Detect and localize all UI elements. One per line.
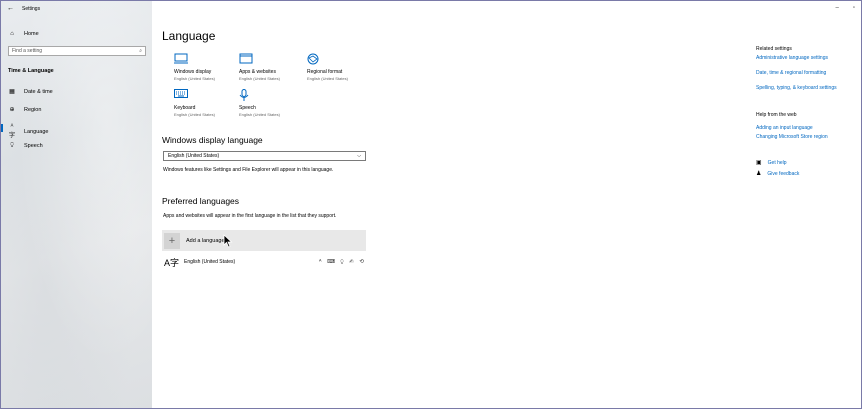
tile-label: Keyboard bbox=[174, 105, 196, 111]
related-settings: Related settings Administrative language… bbox=[756, 46, 837, 91]
language-features-icons: ᴬ ⌨ ⍜ ✍ ⟲ bbox=[318, 258, 366, 265]
get-help-link[interactable]: Get help bbox=[768, 160, 787, 166]
tile-label: Speech bbox=[239, 105, 256, 111]
globe-icon: ⊕ bbox=[9, 107, 15, 113]
page-title: Language bbox=[162, 29, 216, 43]
link-changing-store-region[interactable]: Changing Microsoft Store region bbox=[756, 134, 828, 140]
tile-sub: English (United States) bbox=[307, 76, 348, 81]
tile-label: Apps & websites bbox=[239, 69, 276, 75]
chat-icon: ▣ bbox=[756, 160, 762, 166]
maximize-icon[interactable]: ▫ bbox=[853, 5, 855, 11]
help-from-web: Help from the web Adding an input langua… bbox=[756, 112, 828, 140]
sidebar-item-region[interactable]: ⊕ Region bbox=[8, 106, 42, 114]
language-icon: A字 bbox=[164, 257, 180, 268]
add-language-label: Add a language bbox=[186, 237, 225, 244]
microphone-icon bbox=[239, 89, 309, 101]
tile-sub: English (United States) bbox=[174, 112, 215, 117]
related-settings-heading: Related settings bbox=[756, 46, 792, 52]
settings-window: ← Settings ⌂ Home Find a setting ⌕ Time … bbox=[0, 0, 862, 409]
tile-windows-display[interactable]: Windows display English (United States) bbox=[174, 53, 244, 81]
language-list-item[interactable]: A字 English (United States) ᴬ ⌨ ⍜ ✍ ⟲ bbox=[164, 254, 366, 270]
minimize-icon[interactable]: – bbox=[836, 5, 839, 11]
sidebar: ← Settings ⌂ Home Find a setting ⌕ Time … bbox=[1, 1, 152, 408]
display-language-heading: Windows display language bbox=[162, 135, 263, 145]
window-controls: – ▫ bbox=[836, 5, 855, 11]
sidebar-item-date-time[interactable]: ▦ Date & time bbox=[8, 88, 53, 96]
sidebar-item-label: Language bbox=[24, 128, 49, 135]
give-feedback-link[interactable]: Give feedback bbox=[767, 171, 799, 177]
link-spelling-typing-keyboard[interactable]: Spelling, typing, & keyboard settings bbox=[756, 85, 837, 91]
feedback-icon: ♟ bbox=[756, 171, 762, 177]
preferred-languages-description: Apps and websites will appear in the fir… bbox=[163, 213, 337, 219]
support-links: ▣ Get help ♟ Give feedback bbox=[756, 159, 799, 178]
add-language-button[interactable]: + Add a language bbox=[162, 230, 366, 251]
tile-sub: English (United States) bbox=[174, 76, 215, 81]
window-title: Settings bbox=[22, 5, 41, 12]
tile-keyboard[interactable]: Keyboard English (United States) bbox=[174, 89, 244, 117]
home-icon: ⌂ bbox=[10, 31, 14, 37]
sidebar-item-label: Date & time bbox=[24, 88, 53, 95]
sidebar-item-label: Home bbox=[24, 31, 39, 37]
tile-label: Windows display bbox=[174, 69, 212, 75]
link-adding-input-language[interactable]: Adding an input language bbox=[756, 125, 828, 131]
back-arrow-icon[interactable]: ← bbox=[7, 5, 14, 12]
sidebar-section-title: Time & Language bbox=[8, 68, 54, 74]
plus-icon: + bbox=[164, 232, 180, 249]
sidebar-item-language[interactable]: ᴬ字 Language bbox=[8, 124, 49, 139]
tile-apps-websites[interactable]: Apps & websites English (United States) bbox=[239, 53, 309, 81]
tile-sub: English (United States) bbox=[239, 76, 280, 81]
link-date-time-formatting[interactable]: Date, time & regional formatting bbox=[756, 70, 837, 76]
sidebar-item-speech[interactable]: ⍜ Speech bbox=[8, 142, 43, 149]
language-icon: ᴬ字 bbox=[8, 124, 15, 139]
chevron-down-icon: ⌵ bbox=[357, 153, 361, 159]
sidebar-item-home[interactable]: ⌂ Home bbox=[8, 31, 39, 37]
get-help-row[interactable]: ▣ Get help bbox=[756, 159, 799, 167]
title-bar: ← Settings bbox=[7, 5, 40, 12]
sidebar-item-label: Region bbox=[24, 106, 42, 113]
sidebar-item-label: Speech bbox=[24, 142, 43, 149]
tile-speech[interactable]: Speech English (United States) bbox=[239, 89, 309, 117]
keyboard-icon bbox=[174, 89, 244, 101]
help-heading: Help from the web bbox=[756, 112, 797, 118]
link-administrative-language[interactable]: Administrative language settings bbox=[756, 55, 837, 61]
give-feedback-row[interactable]: ♟ Give feedback bbox=[756, 170, 799, 178]
search-icon: ⌕ bbox=[139, 48, 142, 54]
monitor-icon bbox=[174, 53, 244, 65]
search-input[interactable]: Find a setting ⌕ bbox=[8, 46, 146, 56]
search-placeholder: Find a setting bbox=[12, 48, 43, 54]
language-name: English (United States) bbox=[184, 259, 236, 265]
tile-sub: English (United States) bbox=[239, 112, 280, 117]
select-value: English (United States) bbox=[168, 153, 220, 159]
microphone-icon: ⍜ bbox=[10, 142, 14, 148]
display-language-description: Windows features like Settings and File … bbox=[163, 167, 334, 173]
preferred-languages-heading: Preferred languages bbox=[162, 196, 240, 206]
window-icon bbox=[239, 53, 309, 65]
calendar-clock-icon: ▦ bbox=[9, 89, 15, 95]
mouse-cursor-icon bbox=[223, 234, 233, 248]
active-indicator bbox=[1, 124, 3, 132]
tile-regional-format[interactable]: Regional format English (United States) bbox=[307, 53, 377, 81]
display-language-select[interactable]: English (United States) ⌵ bbox=[163, 151, 366, 161]
tile-label: Regional format bbox=[307, 69, 343, 75]
regional-format-icon bbox=[307, 53, 377, 65]
